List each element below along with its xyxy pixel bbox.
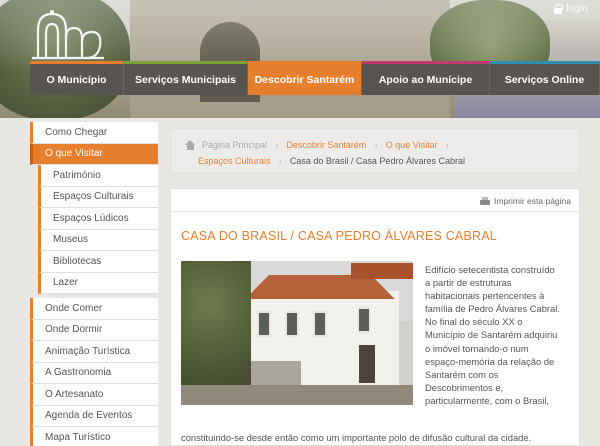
- sidebar-item-label: Espaços Lúdicos: [53, 212, 129, 224]
- nav-label: Serviços Municipais: [135, 73, 236, 86]
- chevron-right-icon: ›: [275, 139, 279, 151]
- article-paragraph: Edifício setecentista construído a parti…: [425, 263, 575, 407]
- text-line: particularmente, com o Brasil,: [425, 394, 550, 406]
- sidebar-item-label: O Artesanato: [45, 388, 104, 400]
- sidebar-item-como-chegar[interactable]: Como Chegar: [30, 122, 158, 144]
- nav-servicos-municipais[interactable]: Serviços Municipais: [124, 61, 248, 95]
- sidebar-item-label: Museus: [53, 234, 89, 246]
- sidebar-item-label: Lazer: [53, 277, 79, 289]
- chevron-right-icon: ›: [445, 139, 449, 151]
- main-content: Imprimir esta página CASA DO BRASIL / CA…: [170, 188, 580, 446]
- text-line: Edifício setecentista construído: [425, 264, 555, 275]
- nav-servicos-online[interactable]: Serviços Online: [490, 61, 600, 95]
- breadcrumb-row-2: Espaços Culturais › Casa do Brasil / Cas…: [185, 153, 579, 169]
- casa-do-brasil-photo: [181, 261, 413, 405]
- sidebar-item-label: Como Chegar: [45, 126, 108, 138]
- chevron-right-icon: ›: [278, 155, 282, 167]
- text-line: o imóvel tornando-o num: [425, 342, 529, 354]
- lock-icon: [554, 4, 564, 14]
- login-label: login: [566, 4, 588, 14]
- breadcrumb-o-que-visitar[interactable]: O que Visitar: [386, 140, 438, 150]
- text-line: Descobrimentos e,: [425, 381, 504, 393]
- sidebar-item-animacao-turistica[interactable]: Animação Turística: [30, 341, 158, 363]
- sidebar-subitem-espacos-ludicos[interactable]: Espaços Lúdicos: [38, 208, 158, 230]
- photo-window: [357, 307, 371, 333]
- nav-label: O Município: [46, 73, 107, 86]
- breadcrumb: Página Principal › Descobrir Santarém › …: [170, 128, 580, 173]
- sidebar-item-o-que-visitar[interactable]: O que Visitar: [30, 143, 158, 165]
- sidebar-item-label: Património: [53, 169, 101, 181]
- sidebar-item-label: Onde Dormir: [45, 324, 103, 336]
- header-banner: login: [0, 0, 600, 118]
- sidebar-item-label: Agenda de Eventos: [45, 410, 133, 422]
- printer-icon: [479, 196, 490, 206]
- print-label: Imprimir esta página: [493, 196, 571, 206]
- santarem-logo[interactable]: [30, 8, 108, 62]
- sidebar-item-onde-dormir[interactable]: Onde Dormir: [30, 319, 158, 341]
- nav-descobrir-santarem[interactable]: Descobrir Santarém: [248, 61, 362, 95]
- photo-ground: [181, 385, 413, 405]
- sidebar-subitem-lazer[interactable]: Lazer: [38, 272, 158, 294]
- sidebar-item-label: Animação Turística: [45, 345, 131, 357]
- breadcrumb-row-1: Página Principal › Descobrir Santarém › …: [185, 137, 579, 153]
- divider: [171, 211, 579, 212]
- main-nav: O Município Serviços Municipais Descobri…: [30, 61, 600, 95]
- photo-door: [359, 345, 375, 383]
- sidebar-subitem-patrimonio[interactable]: Património: [38, 165, 158, 187]
- print-button[interactable]: Imprimir esta página: [479, 196, 571, 206]
- sidebar-subitem-espacos-culturais[interactable]: Espaços Culturais: [38, 186, 158, 208]
- sidebar-subitem-bibliotecas[interactable]: Bibliotecas: [38, 251, 158, 273]
- text-line: a partir de estruturas: [425, 277, 512, 289]
- text-line: Município de Santarém adquiriu: [425, 329, 558, 341]
- photo-window: [257, 311, 271, 337]
- nav-label: Apoio ao Munícipe: [378, 73, 473, 86]
- article-continuation: constituindo-se desde então como um impo…: [181, 432, 532, 443]
- nav-apoio-ao-municipe[interactable]: Apoio ao Munícipe: [362, 61, 490, 95]
- sidebar-item-mapa-turistico[interactable]: Mapa Turístico: [30, 427, 158, 446]
- sidebar-item-a-gastronomia[interactable]: A Gastronomia: [30, 362, 158, 384]
- photo-roof-back: [351, 263, 413, 279]
- text-line: família de Pedro Álvares Cabral.: [425, 303, 560, 315]
- photo-window: [313, 311, 327, 337]
- sidebar-menu: Como Chegar O que Visitar Património Esp…: [30, 122, 158, 446]
- nav-o-municipio[interactable]: O Município: [30, 61, 124, 95]
- photo-window: [285, 311, 299, 337]
- page-title: CASA DO BRASIL / CASA PEDRO ÁLVARES CABR…: [181, 229, 497, 243]
- breadcrumb-descobrir-santarem[interactable]: Descobrir Santarém: [286, 140, 366, 150]
- sidebar-item-label: Espaços Culturais: [53, 191, 134, 203]
- nav-label: Descobrir Santarém: [254, 73, 355, 86]
- sidebar-item-label: Mapa Turístico: [45, 431, 111, 443]
- text-line: Santarém com os: [425, 368, 499, 380]
- sidebar-item-o-artesanato[interactable]: O Artesanato: [30, 384, 158, 406]
- sidebar-item-label: Onde Comer: [45, 302, 103, 314]
- chevron-right-icon: ›: [374, 139, 378, 151]
- text-line: No final do século XX o: [425, 316, 523, 328]
- sidebar-item-label: O que Visitar: [45, 148, 103, 160]
- sidebar-item-label: Bibliotecas: [53, 255, 102, 267]
- breadcrumb-home[interactable]: Página Principal: [202, 140, 267, 150]
- sidebar-item-onde-comer[interactable]: Onde Comer: [30, 298, 158, 320]
- sidebar-item-agenda-de-eventos[interactable]: Agenda de Eventos: [30, 405, 158, 427]
- home-icon[interactable]: [185, 140, 196, 150]
- sidebar-subitem-museus[interactable]: Museus: [38, 229, 158, 251]
- breadcrumb-current: Casa do Brasil / Casa Pedro Álvares Cabr…: [289, 156, 465, 166]
- nav-label: Serviços Online: [504, 73, 585, 86]
- login-link[interactable]: login: [554, 4, 588, 14]
- text-line: habitacionais pertencentes à: [425, 290, 545, 302]
- text-line: espaço-memória da relação de: [425, 355, 555, 367]
- breadcrumb-espacos-culturais[interactable]: Espaços Culturais: [198, 156, 271, 166]
- sidebar-item-label: A Gastronomia: [45, 367, 112, 379]
